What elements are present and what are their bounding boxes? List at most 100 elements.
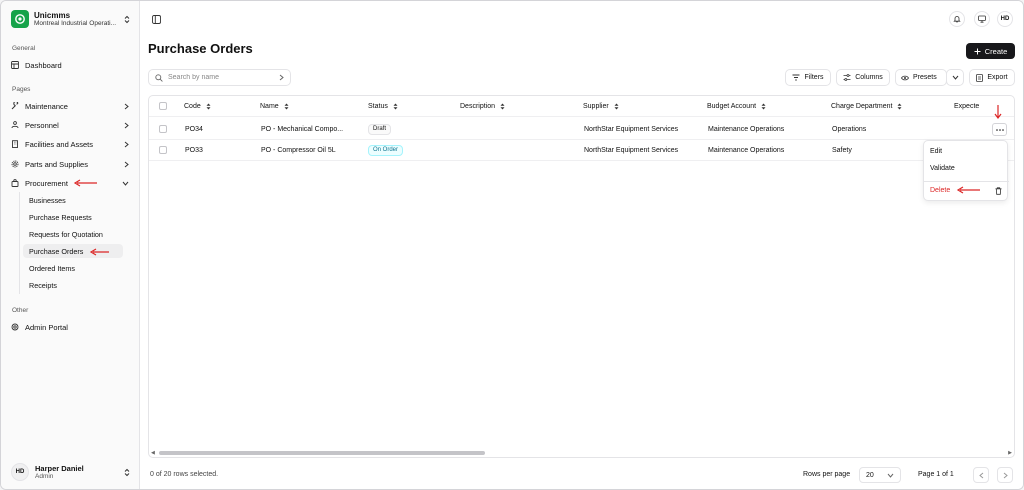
sidebar-subitem-rfq[interactable]: Requests for Quotation (23, 227, 123, 241)
notifications-button[interactable] (949, 11, 965, 27)
next-page-button[interactable] (997, 467, 1013, 483)
presets-dropdown-button[interactable] (946, 69, 964, 86)
search-icon (155, 73, 163, 82)
column-header-charge-department[interactable]: Charge Department (831, 96, 902, 116)
menu-divider (924, 181, 1009, 182)
table-row[interactable]: PO34 PO - Mechanical Compo... Draft Nort… (149, 119, 1014, 140)
column-label: Status (368, 102, 388, 110)
org-logo-icon (11, 10, 29, 28)
table-header-row: Code Name Status Description Supplier Bu… (149, 96, 1014, 117)
search-input[interactable] (168, 74, 274, 81)
sliders-icon (843, 74, 851, 81)
sidebar-item-admin-portal[interactable]: Admin Portal (7, 319, 133, 335)
create-button[interactable]: Create (966, 43, 1015, 59)
filters-label: Filters (804, 74, 824, 81)
sidebar-subitem-ordered-items[interactable]: Ordered Items (23, 261, 123, 275)
sidebar-item-personnel[interactable]: Personnel (7, 117, 133, 133)
header-avatar[interactable]: HD (997, 11, 1013, 27)
sidebar-item-parts[interactable]: Parts and Supplies (7, 156, 133, 172)
row-checkbox[interactable] (159, 125, 167, 133)
sidebar-item-procurement[interactable]: Procurement (7, 175, 133, 191)
display-button[interactable] (974, 11, 990, 27)
chevron-down-icon (887, 473, 894, 478)
column-label: Supplier (583, 102, 609, 110)
chevron-right-icon (124, 122, 129, 128)
chevron-right-icon (124, 103, 129, 109)
cell-name: PO - Compressor Oil 5L (261, 146, 336, 154)
bell-icon (953, 16, 961, 23)
panel-left-icon (151, 14, 161, 24)
row-select-cell (159, 119, 167, 139)
cell-charge-department: Operations (832, 125, 867, 133)
chevron-down-icon (122, 181, 129, 186)
chevron-down-icon (952, 75, 958, 80)
sidebar-item-label: Maintenance (25, 101, 68, 111)
column-header-name[interactable]: Name (260, 96, 289, 116)
sidebar-item-facilities[interactable]: Facilities and Assets (7, 136, 133, 152)
row-checkbox[interactable] (159, 146, 167, 154)
horizontal-scrollbar[interactable]: ◀ ▶ (151, 450, 1012, 456)
menu-item-delete[interactable]: Delete (930, 187, 950, 194)
sidebar-item-label: Admin Portal (25, 322, 68, 332)
user-menu[interactable]: HD Harper Daniel Admin (7, 460, 134, 484)
sidebar-subitem-receipts[interactable]: Receipts (23, 278, 123, 292)
dashboard-icon (11, 61, 19, 69)
filter-lines-icon (792, 74, 800, 81)
app-window: Unicmms Montreal Industrial Operati... G… (0, 0, 1024, 490)
user-name: Harper Daniel (35, 464, 84, 473)
org-switcher[interactable]: Unicmms Montreal Industrial Operati... (7, 7, 134, 31)
presets-button[interactable]: Presets (895, 69, 947, 86)
cell-code: PO33 (185, 146, 203, 154)
rows-per-page-select[interactable]: 20 (859, 467, 901, 483)
section-other-label: Other (12, 307, 29, 314)
scroll-right-icon[interactable]: ▶ (1008, 450, 1012, 456)
sidebar-subitem-purchase-orders[interactable]: Purchase Orders (23, 244, 123, 258)
columns-label: Columns (855, 74, 883, 81)
status-badge: On Order (368, 144, 404, 156)
cell-budget-account: Maintenance Operations (708, 146, 785, 154)
rows-per-page-value: 20 (866, 471, 874, 479)
column-header-budget-account[interactable]: Budget Account (707, 96, 766, 116)
menu-item-validate[interactable]: Validate (930, 165, 955, 172)
cell-budget-account: Maintenance Operations (708, 125, 785, 133)
prev-page-button[interactable] (973, 467, 989, 483)
export-button[interactable]: Export (969, 69, 1015, 86)
sort-icon (614, 103, 619, 109)
users-icon (11, 121, 19, 129)
chevron-right-icon (124, 141, 129, 147)
column-header-code[interactable]: Code (184, 96, 211, 116)
scrollbar-thumb[interactable] (159, 451, 485, 455)
column-header-supplier[interactable]: Supplier (583, 96, 619, 116)
page-info: Page 1 of 1 (918, 471, 954, 478)
sidebar-toggle-button[interactable] (148, 11, 164, 27)
sidebar-item-maintenance[interactable]: Maintenance (7, 98, 133, 114)
sidebar-subitem-businesses[interactable]: Businesses (23, 193, 123, 207)
sort-icon (284, 103, 289, 109)
sidebar-item-label: Dashboard (25, 60, 62, 70)
column-header-status[interactable]: Status (368, 96, 398, 116)
sidebar-subitem-purchase-requests[interactable]: Purchase Requests (23, 210, 123, 224)
column-header-expected[interactable]: Expecte (954, 96, 984, 116)
menu-item-edit[interactable]: Edit (930, 148, 942, 155)
sidebar-item-dashboard[interactable]: Dashboard (7, 57, 133, 73)
row-actions-button[interactable] (992, 123, 1007, 136)
filters-button[interactable]: Filters (785, 69, 831, 86)
table-row[interactable]: PO33 PO - Compressor Oil 5L On Order Nor… (149, 140, 1014, 161)
search-box[interactable] (148, 69, 291, 86)
monitor-icon (978, 15, 986, 23)
columns-button[interactable]: Columns (836, 69, 890, 86)
select-all-cell (159, 96, 167, 116)
wrench-icon (11, 102, 19, 110)
file-export-icon (976, 73, 984, 82)
column-label: Charge Department (831, 102, 893, 110)
select-all-checkbox[interactable] (159, 102, 167, 110)
status-badge: Draft (368, 123, 392, 135)
org-subtitle: Montreal Industrial Operati... (34, 20, 117, 27)
sort-icon (500, 103, 505, 109)
scroll-left-icon[interactable]: ◀ (151, 450, 155, 456)
create-label: Create (984, 46, 1008, 56)
cell-status: Draft (368, 119, 392, 139)
sort-icon (393, 103, 398, 109)
column-header-description[interactable]: Description (460, 96, 505, 116)
sort-icon (897, 103, 902, 109)
